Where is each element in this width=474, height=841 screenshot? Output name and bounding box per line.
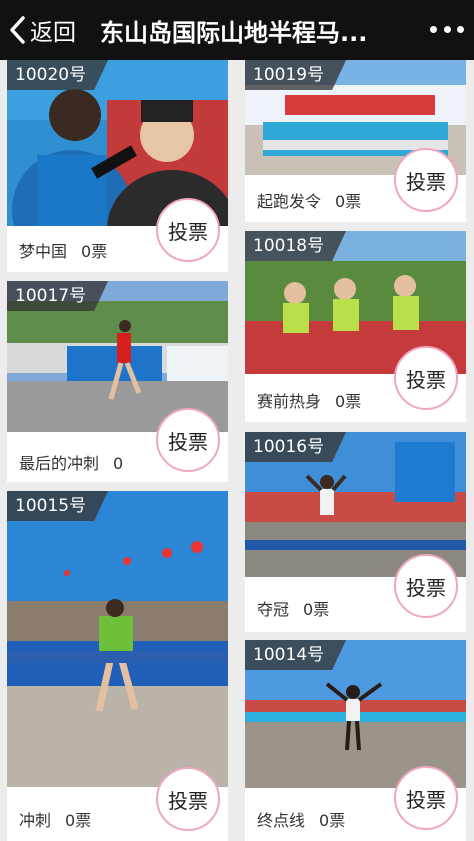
- entry-number: 10020号: [7, 60, 108, 90]
- entry-number: 10018号: [245, 231, 346, 261]
- entry-number: 10016号: [245, 432, 346, 462]
- entry-caption: 终点线 0票: [257, 807, 345, 831]
- page-title: 东山岛国际山地半程马...: [100, 19, 368, 47]
- vote-button[interactable]: 投票: [156, 408, 220, 472]
- entry-title: 梦中国: [19, 242, 68, 261]
- entry-title: 起跑发令: [257, 192, 322, 211]
- vote-count: 0: [113, 454, 124, 473]
- entry-photo: [7, 491, 228, 787]
- vote-count: 0票: [65, 811, 92, 830]
- vote-count: 0票: [335, 192, 362, 211]
- back-button[interactable]: 返回: [8, 14, 76, 46]
- entry-number: 10015号: [7, 491, 108, 521]
- entry-caption: 冲刺 0票: [19, 807, 91, 831]
- vote-count: 0票: [319, 811, 346, 830]
- left-column: 10020号 梦中国 0票 投票 10017号 最后的冲刺 0 投票 10015…: [7, 60, 228, 841]
- vote-button[interactable]: 投票: [156, 767, 220, 831]
- entry-title: 赛前热身: [257, 392, 322, 411]
- entry-number: 10019号: [245, 60, 346, 90]
- entry-number: 10014号: [245, 640, 346, 670]
- chevron-left-icon: [10, 16, 25, 44]
- vote-button[interactable]: 投票: [394, 346, 458, 410]
- vote-button[interactable]: 投票: [394, 766, 458, 830]
- entry-title: 冲刺: [19, 811, 52, 830]
- entry-card[interactable]: 10019号 起跑发令 0票 投票: [245, 60, 466, 222]
- vote-count: 0票: [335, 392, 362, 411]
- top-navigation-bar: 返回 东山岛国际山地半程马...: [0, 0, 474, 60]
- entry-caption: 赛前热身 0票: [257, 388, 361, 412]
- entry-title: 终点线: [257, 811, 306, 830]
- entry-caption: 起跑发令 0票: [257, 188, 361, 212]
- vote-count: 0票: [303, 600, 330, 619]
- entry-caption: 梦中国 0票: [19, 238, 107, 262]
- back-label: 返回: [30, 20, 76, 46]
- vote-button[interactable]: 投票: [394, 148, 458, 212]
- entry-number: 10017号: [7, 281, 108, 311]
- entry-title: 夺冠: [257, 600, 290, 619]
- entry-card[interactable]: 10020号 梦中国 0票 投票: [7, 60, 228, 272]
- entry-card[interactable]: 10017号 最后的冲刺 0 投票: [7, 281, 228, 482]
- entry-card[interactable]: 10014号 终点线 0票 投票: [245, 640, 466, 841]
- more-options-icon[interactable]: [430, 26, 464, 36]
- entry-title: 最后的冲刺: [19, 454, 100, 473]
- vote-button[interactable]: 投票: [394, 554, 458, 618]
- vote-button[interactable]: 投票: [156, 198, 220, 262]
- entry-card[interactable]: 10015号 冲刺 0票 投票: [7, 491, 228, 841]
- right-column: 10019号 起跑发令 0票 投票 10018号 赛前热身 0票 投票 1001…: [245, 60, 466, 841]
- entry-caption: 夺冠 0票: [257, 596, 329, 620]
- entry-card[interactable]: 10018号 赛前热身 0票 投票: [245, 231, 466, 422]
- vote-count: 0票: [81, 242, 108, 261]
- entry-caption: 最后的冲刺 0: [19, 450, 123, 474]
- entry-card[interactable]: 10016号 夺冠 0票 投票: [245, 432, 466, 632]
